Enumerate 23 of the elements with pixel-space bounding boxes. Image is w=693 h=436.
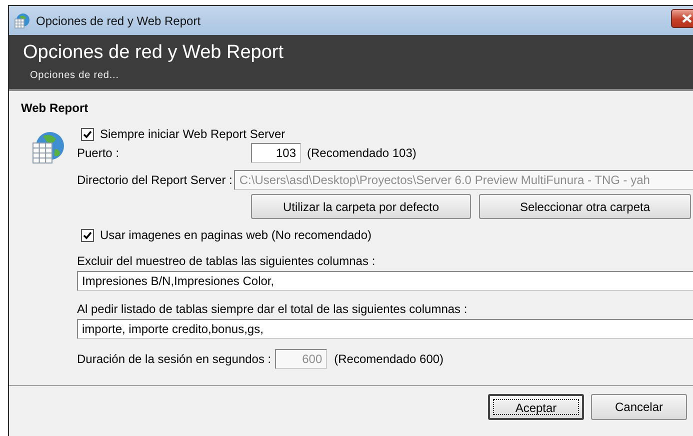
checkbox[interactable] [81,128,94,140]
input-field[interactable]: Impresiones B/N,Impresiones Color, [77,271,693,291]
close-icon [682,14,692,23]
checkbox-label: Siempre iniciar Web Report Server [100,127,286,141]
input-field[interactable]: importe, importe credito,bonus,gs, [77,319,693,339]
globe-grid-icon [31,131,65,165]
header-subtitle: Opciones de red... [30,70,120,81]
cancel-button[interactable]: Cancelar [591,394,687,420]
input-field[interactable]: 103 [251,143,301,163]
checkbox[interactable] [81,228,94,242]
globe-grid-icon [14,12,30,28]
accept-button[interactable]: Aceptar [488,394,584,420]
header-title: Opciones de red y Web Report [23,42,285,64]
hint-text: (Recomendado 103) [307,146,416,160]
field-label: Directorio del Report Server : [77,173,232,187]
hint-text: (Recomendado 600) [334,352,444,366]
section-title: Web Report [21,101,90,115]
field-label: Puerto : [77,146,120,160]
field-label: Excluir del muestreo de tablas las siguientes columnas : [77,254,376,268]
window-title: Opciones de red y Web Report [36,14,201,28]
field-label: Duración de la sesión en segundos : [77,352,272,366]
checkbox-label: Usar imagenes en paginas web (No recomendado) [100,228,372,242]
field-label: Al pedir listado de tablas siempre dar el total de las siguientes columnas : [77,302,468,316]
